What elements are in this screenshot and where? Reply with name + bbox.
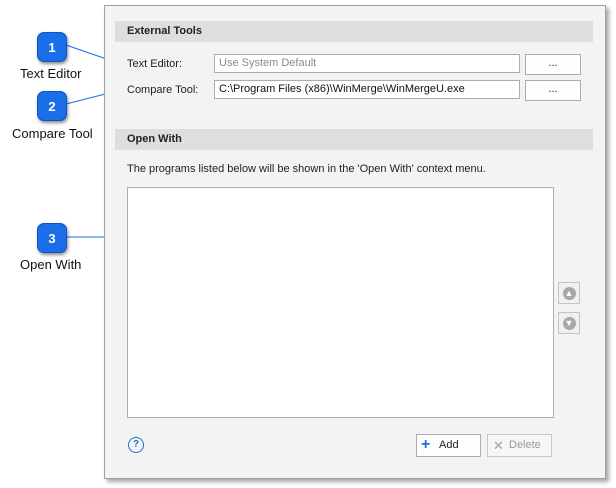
plus-icon: + <box>421 436 431 453</box>
compare-tool-field[interactable]: C:\Program Files (x86)\WinMerge\WinMerge… <box>214 80 520 99</box>
open-with-description: The programs listed below will be shown … <box>127 163 486 175</box>
compare-tool-label: Compare Tool: <box>127 84 199 96</box>
text-editor-field[interactable]: Use System Default <box>214 54 520 73</box>
add-button[interactable]: + Add <box>416 434 481 457</box>
callout-badge-3: 3 <box>37 223 67 253</box>
section-header-open-with: Open With <box>115 129 593 150</box>
callout-label-text-editor: Text Editor <box>20 66 82 81</box>
callout-badge-2: 2 <box>37 91 67 121</box>
move-down-button[interactable]: ▼ <box>558 312 580 334</box>
text-editor-browse-button[interactable]: ... <box>525 54 581 75</box>
arrow-up-icon: ▲ <box>562 286 576 300</box>
callout-label-open-with: Open With <box>20 257 82 272</box>
arrow-down-icon: ▼ <box>562 316 576 330</box>
add-button-label: Add <box>439 439 459 451</box>
delete-button[interactable]: ✕ Delete <box>487 434 552 457</box>
help-icon[interactable]: ? <box>128 437 144 453</box>
move-up-button[interactable]: ▲ <box>558 282 580 304</box>
open-with-list[interactable] <box>127 187 554 418</box>
section-header-external-tools: External Tools <box>115 21 593 42</box>
delete-button-label: Delete <box>509 439 541 451</box>
text-editor-label: Text Editor: <box>127 58 183 70</box>
delete-x-icon: ✕ <box>493 438 504 453</box>
callout-badge-1: 1 <box>37 32 67 62</box>
callout-label-compare-tool: Compare Tool <box>12 126 93 141</box>
compare-tool-browse-button[interactable]: ... <box>525 80 581 101</box>
